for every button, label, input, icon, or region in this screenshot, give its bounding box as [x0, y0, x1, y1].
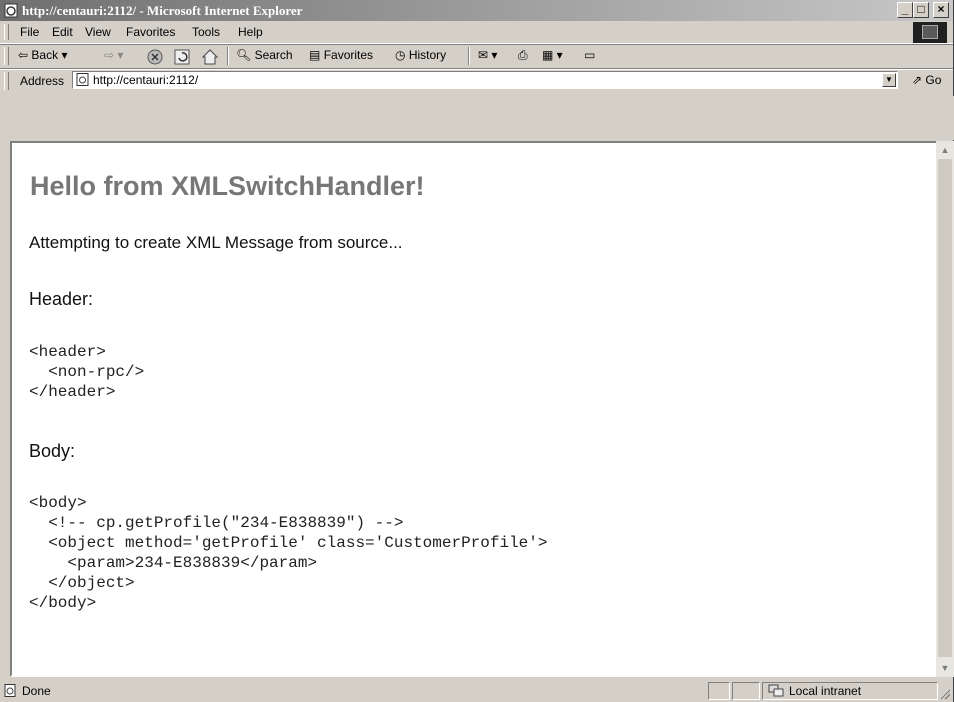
address-grip[interactable] [4, 72, 9, 90]
menu-bar: File Edit View Favorites Tools Help [0, 21, 953, 44]
search-label: Search [254, 48, 293, 62]
intranet-zone-icon [768, 684, 784, 697]
address-input[interactable]: http://centauri:2112/ ▼ [72, 71, 898, 89]
window-title: http://centauri:2112/ - Microsoft Intern… [22, 3, 303, 18]
scroll-track[interactable] [938, 159, 952, 657]
menu-file[interactable]: File [20, 25, 39, 39]
edit-button[interactable]: ▦ ▾ [542, 48, 563, 62]
content-frame-top [0, 96, 954, 140]
address-bar: Address http://centauri:2112/ ▼ ⇗ Go [0, 69, 953, 93]
menu-view[interactable]: View [85, 25, 111, 39]
status-main-pane [16, 682, 706, 700]
back-button[interactable]: ⇦ Back ▾ [18, 48, 67, 62]
scroll-up-icon[interactable]: ▲ [937, 142, 953, 158]
page-heading: Hello from XMLSwitchHandler! [30, 171, 425, 201]
menu-tools[interactable]: Tools [192, 25, 220, 39]
status-pane [732, 682, 760, 700]
go-button[interactable]: ⇗ Go [912, 73, 941, 87]
page-icon [76, 73, 89, 86]
title-bar[interactable]: http://centauri:2112/ - Microsoft Intern… [0, 0, 953, 21]
body-label: Body: [29, 441, 76, 461]
vertical-scrollbar[interactable]: ▲ ▼ [936, 141, 954, 677]
header-label: Header: [29, 289, 94, 309]
menu-favorites[interactable]: Favorites [126, 25, 175, 39]
close-button[interactable]: × [933, 2, 949, 18]
forward-button[interactable]: ⇨ ▾ [104, 48, 123, 62]
standard-toolbar: ⇦ Back ▾ ⇨ ▾ 🔍︎ Search ▤ Favorites ◷ His… [0, 44, 953, 69]
resize-grip-icon[interactable] [939, 688, 950, 699]
zone-text: Local intranet [789, 684, 862, 698]
maximize-button[interactable]: □ [913, 2, 929, 18]
address-label: Address [20, 74, 65, 88]
favorites-button[interactable]: ▤ Favorites [309, 48, 373, 62]
history-button[interactable]: ◷ History [395, 48, 446, 62]
address-value[interactable]: http://centauri:2112/ [93, 73, 198, 87]
body-xml: <body> <!-- cp.getProfile("234-E838839")… [29, 494, 548, 612]
go-arrow-icon: ⇗ [912, 73, 923, 87]
menu-help[interactable]: Help [238, 25, 263, 39]
mail-button[interactable]: ✉ ▾ [478, 48, 497, 62]
toolbar-separator [227, 47, 229, 65]
print-icon[interactable]: ⎙ [518, 48, 528, 63]
discuss-icon[interactable]: ▭ [584, 48, 595, 62]
go-label: Go [925, 73, 942, 87]
stop-icon[interactable] [146, 48, 164, 66]
menu-grip[interactable] [4, 24, 9, 40]
history-icon: ◷ [395, 48, 406, 62]
search-button[interactable]: 🔍︎ Search [236, 48, 293, 62]
minimize-button[interactable]: _ [897, 2, 913, 18]
favorites-label: Favorites [323, 48, 374, 62]
scroll-down-icon[interactable]: ▼ [937, 660, 953, 676]
status-bar: Done Local intranet [0, 680, 953, 702]
home-icon[interactable] [201, 48, 219, 66]
header-xml: <header> <non-rpc/> </header> [29, 343, 145, 401]
address-dropdown-icon[interactable]: ▼ [882, 73, 896, 87]
status-message: Attempting to create XML Message from so… [29, 233, 403, 252]
windows-logo-icon [913, 22, 947, 43]
search-icon: 🔍︎ [236, 48, 252, 62]
browser-window: http://centauri:2112/ - Microsoft Intern… [0, 0, 954, 702]
toolbar-separator [468, 47, 470, 65]
ie-page-icon [4, 3, 18, 18]
back-dropdown-icon[interactable]: ▾ [61, 48, 67, 62]
refresh-icon[interactable] [173, 48, 191, 66]
history-label: History [408, 48, 447, 62]
page-content: Hello from XMLSwitchHandler! Attempting … [10, 141, 938, 677]
menu-edit[interactable]: Edit [52, 25, 73, 39]
toolbar-grip[interactable] [4, 47, 9, 65]
favorites-icon: ▤ [309, 48, 321, 62]
back-arrow-icon: ⇦ [18, 48, 29, 62]
back-label: Back [31, 48, 59, 62]
status-pane [708, 682, 730, 700]
